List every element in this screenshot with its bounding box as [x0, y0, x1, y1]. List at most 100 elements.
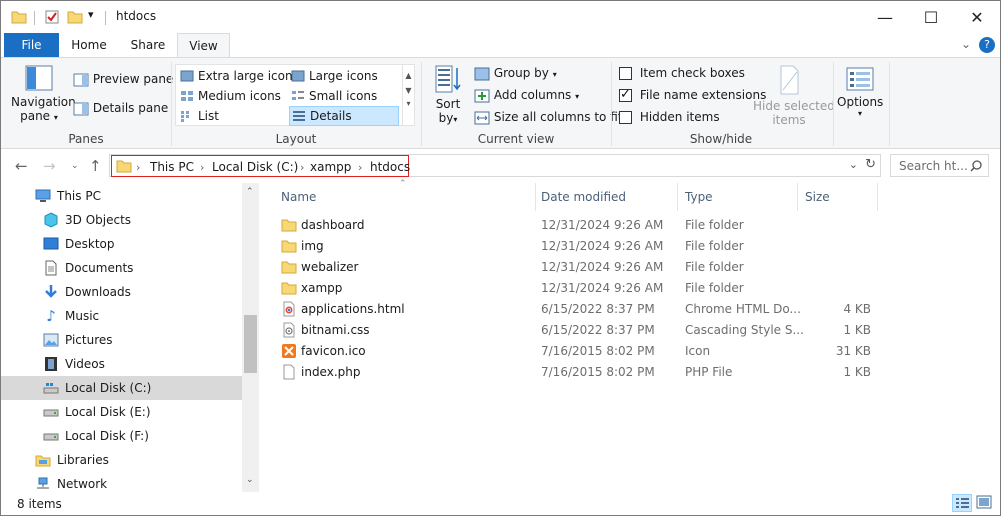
refresh-icon[interactable]: ↻ — [865, 157, 876, 172]
chevron-up-icon[interactable]: ▲ — [403, 71, 414, 80]
navigation-pane-label-2: pane ▾ — [11, 109, 67, 123]
maximize-button[interactable]: ☐ — [908, 1, 954, 33]
customize-dropdown-icon[interactable]: ▾ — [88, 8, 94, 24]
chevron-down-icon[interactable]: ▼ — [403, 86, 414, 95]
breadcrumb-xampp[interactable]: xampp — [310, 160, 351, 174]
file-type: File folder — [685, 239, 744, 253]
nav-item-local-disk-e[interactable]: Local Disk (E:) — [1, 400, 242, 424]
layout-medium-icons[interactable]: Medium icons — [180, 89, 281, 103]
column-header-date-modified[interactable]: Date modified — [533, 183, 677, 211]
nav-item-local-disk-f[interactable]: Local Disk (F:) — [1, 424, 242, 448]
table-row[interactable]: index.php 7/16/2015 8:02 PM PHP File 1 K… — [273, 362, 873, 383]
folder-icon — [11, 9, 27, 25]
nav-item-pictures[interactable]: Pictures — [1, 328, 242, 352]
add-columns-button[interactable]: Add columns ▾ — [474, 88, 579, 103]
breadcrumb-local-disk-c[interactable]: Local Disk (C:) — [212, 160, 298, 174]
new-folder-icon[interactable] — [67, 9, 83, 25]
close-button[interactable]: ✕ — [954, 1, 1000, 33]
item-check-boxes-toggle[interactable]: Item check boxes — [619, 66, 745, 80]
tab-view[interactable]: View — [177, 33, 230, 58]
back-arrow-icon[interactable]: ← — [15, 157, 28, 175]
search-icon[interactable] — [970, 160, 982, 172]
item-check-boxes-checkbox[interactable] — [619, 67, 632, 80]
chevron-right-icon[interactable]: › — [136, 161, 140, 174]
column-separator[interactable] — [877, 183, 878, 211]
search-box[interactable]: Search ht... — [890, 154, 989, 177]
recent-locations-chevron-icon[interactable]: ⌄ — [71, 161, 79, 171]
gallery-more-icon[interactable]: ▾ — [403, 99, 414, 108]
group-separator — [421, 62, 422, 146]
chevron-down-icon: ▾ — [575, 92, 580, 101]
column-header-type[interactable]: Type — [677, 183, 797, 211]
minimize-button[interactable]: — — [862, 1, 908, 33]
nav-item-desktop[interactable]: Desktop — [1, 232, 242, 256]
help-icon[interactable]: ? — [979, 37, 995, 53]
hidden-items-toggle[interactable]: Hidden items — [619, 110, 720, 124]
sort-by-button[interactable]: Sort by▾ — [433, 64, 463, 125]
add-columns-icon — [474, 89, 490, 102]
details-icon — [293, 111, 305, 121]
group-by-button[interactable]: Group by ▾ — [474, 66, 557, 81]
preview-pane-icon — [73, 73, 89, 86]
nav-item-this-pc[interactable]: This PC — [1, 184, 242, 208]
table-row[interactable]: webalizer 12/31/2024 9:26 AM File folder — [273, 257, 873, 278]
tab-share[interactable]: Share — [121, 33, 175, 57]
table-row[interactable]: img 12/31/2024 9:26 AM File folder — [273, 236, 873, 257]
nav-item-videos[interactable]: Videos — [1, 352, 242, 376]
tab-home[interactable]: Home — [63, 33, 115, 57]
group-separator — [611, 62, 612, 146]
address-dropdown-icon[interactable]: ⌄ — [849, 158, 858, 171]
scroll-down-icon[interactable]: ⌄ — [246, 475, 254, 485]
column-header-name[interactable]: Name — [273, 183, 535, 211]
breadcrumb-htdocs[interactable]: htdocs — [370, 160, 410, 174]
navigation-pane-scrollbar[interactable]: ⌃ ⌄ — [242, 183, 259, 492]
scrollbar-thumb[interactable] — [244, 315, 257, 373]
table-row[interactable]: applications.html 6/15/2022 8:37 PM Chro… — [273, 299, 873, 320]
table-row[interactable]: bitnami.css 6/15/2022 8:37 PM Cascading … — [273, 320, 873, 341]
nav-item-3d-objects[interactable]: 3D Objects — [1, 208, 242, 232]
search-input[interactable]: Search ht... — [899, 159, 968, 173]
layout-gallery-scroll[interactable]: ▲ ▼ ▾ — [402, 65, 414, 125]
scroll-up-icon[interactable]: ⌃ — [246, 187, 254, 197]
column-header-size[interactable]: Size — [797, 183, 877, 211]
large-icons-view-button[interactable] — [975, 494, 995, 512]
sort-label-text: by — [438, 111, 454, 125]
group-label-show-hide: Show/hide — [689, 132, 753, 146]
details-pane-button[interactable]: Details pane — [73, 101, 168, 116]
ribbon-expand-icon[interactable]: ⌄ — [961, 37, 971, 51]
nav-item-documents[interactable]: Documents — [1, 256, 242, 280]
table-row[interactable]: favicon.ico 7/16/2015 8:02 PM Icon 31 KB — [273, 341, 873, 362]
chevron-right-icon[interactable]: › — [300, 161, 304, 174]
file-name-extensions-toggle[interactable]: File name extensions — [619, 87, 766, 102]
chevron-right-icon[interactable]: › — [200, 161, 204, 174]
nav-item-downloads[interactable]: Downloads — [1, 280, 242, 304]
hide-selected-items-button[interactable]: Hide selected items — [753, 64, 835, 127]
file-name-extensions-checkbox[interactable] — [619, 87, 632, 102]
navigation-pane-button[interactable]: Navigation pane ▾ — [11, 64, 76, 123]
forward-arrow-icon[interactable]: → — [43, 157, 56, 175]
preview-pane-button[interactable]: Preview pane — [73, 72, 173, 87]
layout-details[interactable]: Details — [289, 106, 399, 126]
breadcrumb[interactable]: › This PC › Local Disk (C:) › xampp › ht… — [111, 155, 410, 177]
nav-item-music[interactable]: ♪ Music — [1, 304, 242, 328]
drive-icon — [43, 380, 59, 396]
tab-file[interactable]: File — [4, 33, 59, 57]
size-all-columns-button[interactable]: Size all columns to fit — [474, 110, 622, 125]
layout-list[interactable]: List — [180, 109, 219, 123]
layout-small-icons[interactable]: Small icons — [291, 89, 377, 103]
nav-item-libraries[interactable]: Libraries — [1, 448, 242, 472]
layout-extra-large-icons[interactable]: Extra large icons — [180, 69, 299, 83]
hidden-items-checkbox[interactable] — [619, 111, 632, 124]
nav-item-local-disk-c[interactable]: Local Disk (C:) — [1, 376, 242, 400]
options-button[interactable]: Options ▾ — [837, 66, 883, 118]
breadcrumb-this-pc[interactable]: This PC — [150, 160, 194, 174]
up-arrow-icon[interactable]: ↑ — [89, 157, 102, 175]
table-row[interactable]: dashboard 12/31/2024 9:26 AM File folder — [273, 215, 873, 236]
chevron-right-icon[interactable]: › — [358, 161, 362, 174]
table-row[interactable]: xampp 12/31/2024 9:26 AM File folder — [273, 278, 873, 299]
properties-check-icon[interactable] — [44, 9, 60, 25]
folder-icon — [281, 282, 297, 295]
layout-large-icons[interactable]: Large icons — [291, 69, 378, 83]
details-view-button[interactable] — [952, 494, 972, 512]
file-size: 4 KB — [843, 302, 871, 316]
